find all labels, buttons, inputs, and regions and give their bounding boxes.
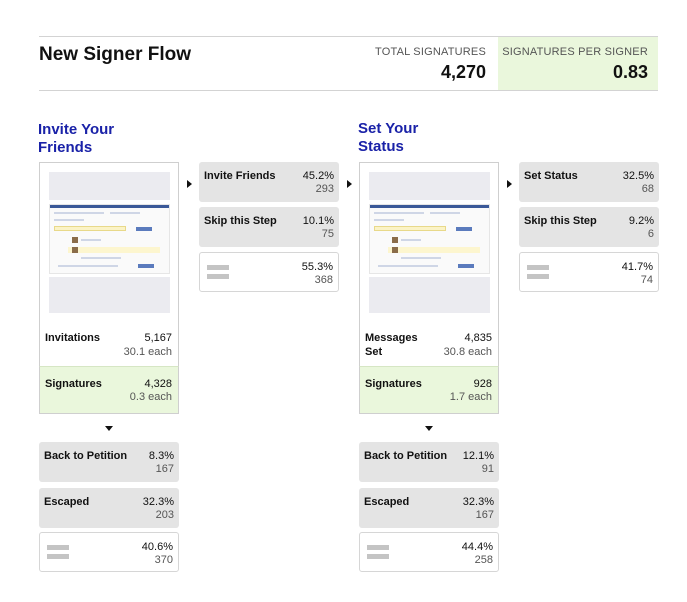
option-no-action[interactable]: 41.7% 74 xyxy=(519,252,659,292)
exit-label: Back to Petition xyxy=(364,450,448,462)
option-count: 75 xyxy=(321,228,334,240)
exit-label: Escaped xyxy=(44,496,90,508)
exit-count: 370 xyxy=(154,554,173,566)
exit-count: 91 xyxy=(481,463,494,475)
exit-count: 258 xyxy=(474,554,493,566)
option-count: 368 xyxy=(314,274,333,286)
signatures-per-signer-label: SIGNATURES PER SIGNER xyxy=(502,46,648,58)
exit-percent: 8.3% xyxy=(148,450,174,462)
option-percent: 55.3% xyxy=(301,261,333,273)
option-skip-this-step[interactable]: Skip this Step 10.1% 75 xyxy=(199,207,339,247)
option-label: Skip this Step xyxy=(204,215,277,227)
messages-set-per-each: 30.8 each xyxy=(443,346,492,358)
metric-label: Messages xyxy=(365,332,418,344)
option-percent: 45.2% xyxy=(302,170,334,182)
arrow-right-icon xyxy=(187,180,192,188)
option-count: 74 xyxy=(640,274,653,286)
signatures-value: 4,328 xyxy=(144,378,172,390)
exit-label: Escaped xyxy=(364,496,410,508)
set-status-signatures: Signatures 928 1.7 each xyxy=(359,366,499,414)
exit-back-to-petition[interactable]: Back to Petition 8.3% 167 xyxy=(39,442,179,482)
option-count: 6 xyxy=(647,228,654,240)
screenshot-footer-area xyxy=(49,277,170,313)
option-count: 68 xyxy=(641,183,654,195)
exit-total[interactable]: 40.6% 370 xyxy=(39,532,179,572)
exit-percent: 32.3% xyxy=(142,496,174,508)
metric-label: Invitations xyxy=(45,332,101,344)
option-set-status[interactable]: Set Status 32.5% 68 xyxy=(519,162,659,202)
exit-count: 167 xyxy=(475,509,494,521)
option-label: Set Status xyxy=(524,170,578,182)
section-title-line: Status xyxy=(358,138,404,155)
invite-friends-signatures: Signatures 4,328 0.3 each xyxy=(39,366,179,414)
exit-escaped[interactable]: Escaped 32.3% 167 xyxy=(359,488,499,528)
step-screenshot-thumbnail xyxy=(369,204,490,274)
signatures-label: Signatures xyxy=(45,378,102,390)
signatures-per-each: 1.7 each xyxy=(449,391,492,403)
option-label: Skip this Step xyxy=(524,215,597,227)
placeholder-bar-icon xyxy=(367,545,389,550)
section-title-line: Invite Your xyxy=(38,121,115,138)
option-percent: 41.7% xyxy=(621,261,653,273)
screenshot-footer-area xyxy=(369,277,490,313)
header-bottom-divider xyxy=(39,90,658,91)
exit-percent: 32.3% xyxy=(462,496,494,508)
option-no-action[interactable]: 55.3% 368 xyxy=(199,252,339,292)
section-title-line: Friends xyxy=(38,139,93,156)
messages-set-value: 4,835 xyxy=(464,332,492,344)
option-percent: 32.5% xyxy=(622,170,654,182)
arrow-down-icon xyxy=(105,426,113,431)
screenshot-header-area xyxy=(369,172,490,200)
signatures-per-signer-value: 0.83 xyxy=(612,62,648,82)
exit-back-to-petition[interactable]: Back to Petition 12.1% 91 xyxy=(359,442,499,482)
page-title: New Signer Flow xyxy=(39,44,192,65)
exit-count: 167 xyxy=(155,463,174,475)
option-percent: 10.1% xyxy=(302,215,334,227)
placeholder-bar-icon xyxy=(47,554,69,559)
screenshot-header-area xyxy=(49,172,170,200)
invitations-label: Invitations xyxy=(45,331,100,345)
exit-label: Back to Petition xyxy=(44,450,128,462)
placeholder-bar-icon xyxy=(367,554,389,559)
placeholder-bar-icon xyxy=(47,545,69,550)
option-invite-friends[interactable]: Invite Friends 45.2% 293 xyxy=(199,162,339,202)
option-label: Invite Friends xyxy=(204,170,276,182)
exit-percent: 40.6% xyxy=(141,541,173,553)
placeholder-bar-icon xyxy=(527,274,549,279)
arrow-down-icon xyxy=(425,426,433,431)
invitations-value: 5,167 xyxy=(144,332,172,344)
section-title-invite-friends: Invite Your Friends xyxy=(38,121,114,157)
metric-label-line2: Set xyxy=(365,346,383,358)
section-title-set-status: Set Your Status xyxy=(358,120,418,156)
exit-count: 203 xyxy=(155,509,174,521)
option-count: 293 xyxy=(315,183,334,195)
step-screenshot-thumbnail xyxy=(49,204,170,274)
option-percent: 9.2% xyxy=(628,215,654,227)
arrow-right-icon xyxy=(507,180,512,188)
signatures-per-signer-panel: SIGNATURES PER SIGNER 0.83 xyxy=(498,37,658,90)
placeholder-bar-icon xyxy=(207,274,229,279)
exit-total[interactable]: 44.4% 258 xyxy=(359,532,499,572)
messages-set-label: Messages Set xyxy=(365,331,418,359)
total-signatures-label: TOTAL SIGNATURES xyxy=(375,46,486,58)
total-signatures-value: 4,270 xyxy=(440,62,486,82)
signatures-value: 928 xyxy=(473,378,492,390)
option-skip-this-step[interactable]: Skip this Step 9.2% 6 xyxy=(519,207,659,247)
exit-percent: 12.1% xyxy=(462,450,494,462)
section-title-line: Set Your xyxy=(358,120,419,137)
signatures-per-each: 0.3 each xyxy=(129,391,172,403)
signatures-label: Signatures xyxy=(365,378,422,390)
placeholder-bar-icon xyxy=(527,265,549,270)
exit-percent: 44.4% xyxy=(461,541,493,553)
placeholder-bar-icon xyxy=(207,265,229,270)
arrow-right-icon xyxy=(347,180,352,188)
exit-escaped[interactable]: Escaped 32.3% 203 xyxy=(39,488,179,528)
invitations-per-each: 30.1 each xyxy=(123,346,172,358)
